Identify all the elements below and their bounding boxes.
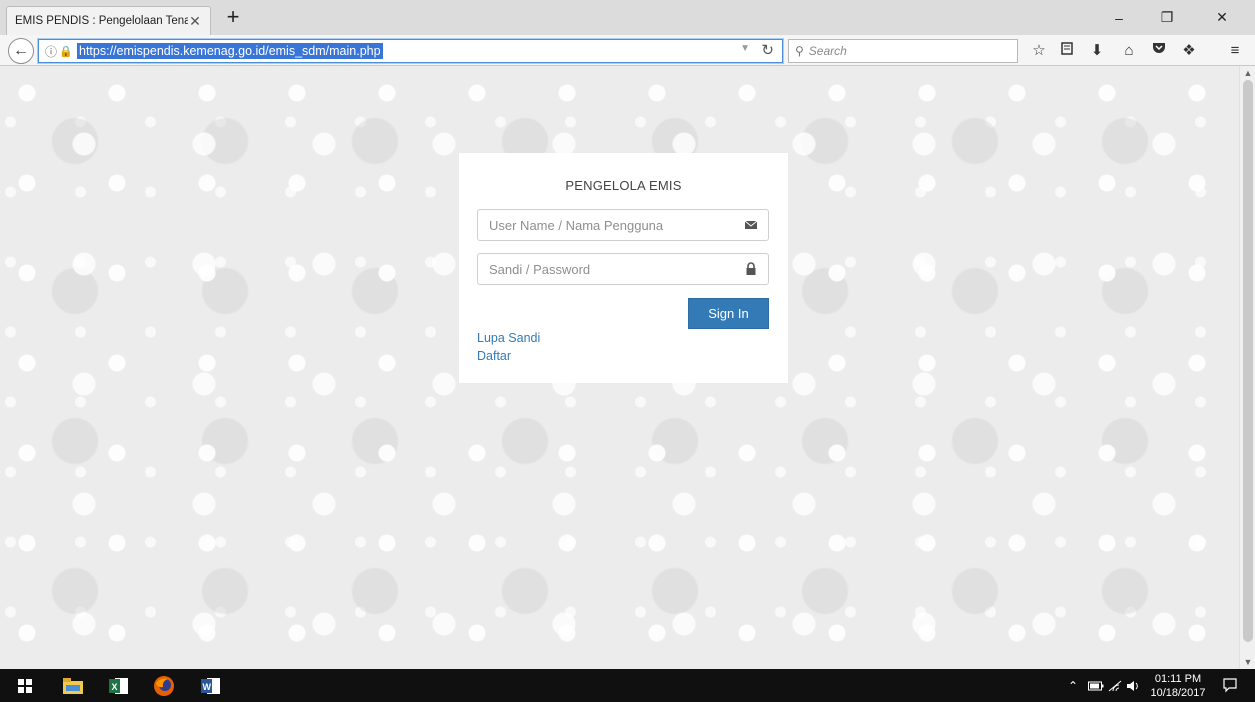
url-text[interactable]: https://emispendis.kemenag.go.id/emis_sd…	[77, 43, 383, 59]
sign-in-button[interactable]: Sign In	[688, 298, 769, 329]
svg-text:X: X	[112, 682, 118, 692]
scroll-down-icon[interactable]: ▼	[1240, 655, 1255, 669]
minimize-button[interactable]: –	[1097, 0, 1141, 35]
close-window-button[interactable]: ✕	[1200, 0, 1244, 35]
register-link[interactable]: Daftar	[477, 349, 511, 363]
forgot-password-link[interactable]: Lupa Sandi	[477, 331, 540, 345]
search-input[interactable]: ⚲ Search	[788, 39, 1018, 63]
download-icon[interactable]: ⬇	[1086, 40, 1108, 62]
volume-icon[interactable]	[1126, 669, 1140, 702]
windows-start-icon[interactable]	[12, 673, 38, 699]
info-icon[interactable]: ⓘ	[43, 43, 59, 60]
username-input[interactable]	[478, 210, 768, 240]
network-icon[interactable]	[1108, 669, 1122, 702]
browser-toolbar: ← ⓘ 🔒 https://emispendis.kemenag.go.id/e…	[0, 35, 1255, 66]
clock-time: 01:11 PM	[1154, 673, 1202, 685]
excel-icon[interactable]: X	[106, 673, 132, 699]
tab-close-icon[interactable]: ✕	[188, 14, 202, 28]
username-field[interactable]	[477, 209, 769, 241]
restore-button[interactable]: ❐	[1145, 0, 1189, 35]
back-arrow-icon[interactable]: ←	[8, 38, 34, 64]
lock-icon	[746, 262, 756, 275]
clock-date: 10/18/2017	[1150, 687, 1206, 699]
windows-taskbar: X W ⌃ 01:11 PM 10/18/2017	[0, 669, 1255, 702]
file-explorer-icon[interactable]	[60, 673, 86, 699]
padlock-icon[interactable]: 🔒	[59, 45, 73, 58]
firefox-icon[interactable]	[151, 673, 177, 699]
new-tab-button[interactable]: +	[220, 4, 246, 30]
search-icon: ⚲	[795, 44, 804, 58]
home-icon[interactable]: ⌂	[1118, 40, 1140, 62]
tray-chevron-icon[interactable]: ⌃	[1068, 669, 1078, 702]
reload-icon[interactable]: ↻	[761, 41, 774, 59]
battery-icon[interactable]	[1088, 669, 1104, 702]
envelope-icon	[744, 220, 758, 229]
tab-title: EMIS PENDIS : Pengelolaan Tena	[15, 15, 188, 27]
notification-icon[interactable]	[1222, 677, 1238, 693]
extension-icon[interactable]: ❖	[1178, 40, 1200, 62]
taskbar-clock[interactable]: 01:11 PM 10/18/2017	[1146, 672, 1210, 700]
browser-tabstrip: EMIS PENDIS : Pengelolaan Tena ✕ + – ❐ ✕	[0, 0, 1255, 35]
star-icon[interactable]: ☆	[1028, 40, 1050, 62]
login-card: PENGELOLA EMIS Sign In Lupa Sandi Daftar	[459, 153, 788, 383]
svg-text:W: W	[203, 682, 212, 692]
url-bar[interactable]: ⓘ 🔒 https://emispendis.kemenag.go.id/emi…	[38, 39, 783, 63]
password-input[interactable]	[478, 254, 768, 284]
page-viewport: PENGELOLA EMIS Sign In Lupa Sandi Daftar	[0, 66, 1255, 669]
menu-icon[interactable]: ≡	[1224, 40, 1246, 62]
page-scrollbar[interactable]: ▲ ▼	[1239, 66, 1255, 669]
login-title: PENGELOLA EMIS	[565, 178, 682, 193]
reader-icon[interactable]	[1056, 40, 1078, 62]
password-field[interactable]	[477, 253, 769, 285]
scroll-thumb[interactable]	[1243, 80, 1253, 642]
pocket-icon[interactable]	[1148, 40, 1170, 62]
browser-tab[interactable]: EMIS PENDIS : Pengelolaan Tena ✕	[6, 6, 211, 35]
search-placeholder: Search	[808, 44, 847, 58]
word-icon[interactable]: W	[198, 673, 224, 699]
scroll-up-icon[interactable]: ▲	[1240, 66, 1255, 80]
url-dropdown-icon[interactable]: ▼	[740, 43, 750, 54]
